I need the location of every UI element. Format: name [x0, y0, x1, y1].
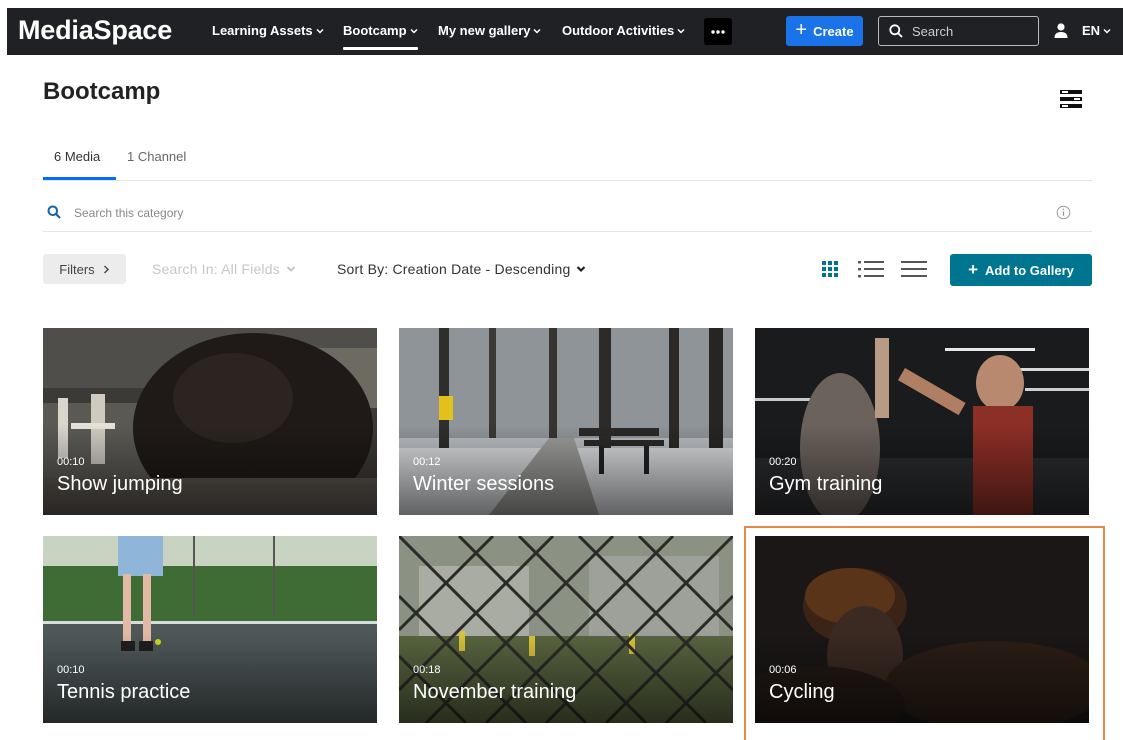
nav-item-label: Learning Assets [212, 23, 313, 38]
top-navigation-bar: MediaSpace Learning Assets Bootcamp My n… [7, 8, 1123, 55]
category-search-input[interactable] [74, 203, 974, 223]
chevron-right-icon [103, 265, 109, 273]
chevron-down-icon [1103, 28, 1111, 34]
add-to-gallery-label: Add to Gallery [985, 262, 1074, 278]
nav-item-label: Outdoor Activities [562, 23, 675, 38]
chevron-down-icon [533, 28, 542, 34]
category-actions-menu-icon[interactable] [1059, 89, 1083, 109]
media-title: Gym training [769, 473, 883, 495]
add-to-gallery-button[interactable]: + Add to Gallery [950, 254, 1092, 286]
nav-item-my-new-gallery[interactable]: My new gallery [438, 23, 542, 38]
media-duration: 00:12 [413, 456, 441, 468]
language-label: EN [1082, 23, 1101, 38]
media-duration: 00:20 [769, 456, 797, 468]
media-card-tennis-practice[interactable]: 00:10 Tennis practice [43, 536, 377, 723]
language-selector[interactable]: EN [1082, 23, 1111, 38]
filters-label: Filters [59, 261, 95, 277]
filters-button[interactable]: Filters [43, 254, 126, 284]
chevron-down-icon [677, 28, 685, 34]
chevron-down-icon [286, 266, 296, 272]
search-in-label: Search In: All Fields [152, 261, 280, 277]
media-title: November training [413, 681, 577, 703]
sort-label: Sort By: Creation Date - Descending [337, 261, 571, 277]
tab-media[interactable]: 6 Media [54, 149, 100, 164]
detailed-view-icon[interactable] [858, 260, 884, 278]
media-card-show-jumping[interactable]: 00:10 Show jumping [43, 328, 377, 515]
plus-icon: + [968, 259, 979, 279]
nav-item-label: Bootcamp [343, 23, 407, 38]
media-title: Tennis practice [57, 681, 191, 703]
media-duration: 00:10 [57, 456, 85, 468]
chevron-down-icon [410, 28, 418, 34]
nav-item-label: My new gallery [438, 23, 531, 38]
info-icon[interactable] [1056, 205, 1071, 220]
sort-dropdown[interactable]: Sort By: Creation Date - Descending [337, 261, 586, 277]
category-search-bar [43, 194, 1092, 232]
nav-item-outdoor-activities[interactable]: Outdoor Activities [562, 23, 685, 38]
user-icon[interactable] [1053, 22, 1069, 40]
category-tabs: 6 Media 1 Channel [43, 140, 1092, 181]
media-duration: 00:18 [413, 664, 441, 676]
chevron-down-icon [577, 266, 586, 273]
media-title: Show jumping [57, 473, 183, 495]
nav-item-learning-assets[interactable]: Learning Assets [212, 23, 324, 38]
page-title: Bootcamp [43, 78, 161, 105]
ellipsis-icon [711, 29, 725, 34]
media-card-winter-sessions[interactable]: 00:12 Winter sessions [399, 328, 733, 515]
nav-item-bootcamp[interactable]: Bootcamp [343, 23, 418, 50]
more-menu-button[interactable] [704, 18, 732, 45]
thumbnail-overlay [43, 633, 377, 723]
search-icon [47, 205, 61, 219]
thumbnail-overlay [43, 425, 377, 515]
media-card-gym-training[interactable]: 00:20 Gym training [755, 328, 1089, 515]
create-button[interactable]: + Create [786, 16, 863, 46]
plus-icon: + [795, 19, 808, 41]
thumbnail-overlay [399, 633, 733, 723]
search-in-dropdown[interactable]: Search In: All Fields [152, 261, 296, 277]
create-button-label: Create [813, 23, 854, 39]
list-view-icon[interactable] [901, 260, 927, 278]
media-duration: 00:10 [57, 664, 85, 676]
global-search-input[interactable]: Search [878, 16, 1039, 46]
search-icon [889, 24, 903, 38]
media-card-november-training[interactable]: 00:18 November training [399, 536, 733, 723]
media-title: Winter sessions [413, 473, 555, 495]
thumbnail-overlay [399, 425, 733, 515]
grid-view-icon[interactable] [822, 261, 838, 277]
keyboard-focus-outline [744, 526, 1105, 740]
tab-channel[interactable]: 1 Channel [127, 149, 186, 164]
search-placeholder: Search [912, 23, 954, 39]
active-tab-indicator [43, 177, 116, 180]
chevron-down-icon [316, 28, 324, 34]
brand-logo[interactable]: MediaSpace [18, 15, 172, 46]
thumbnail-overlay [755, 425, 1089, 515]
